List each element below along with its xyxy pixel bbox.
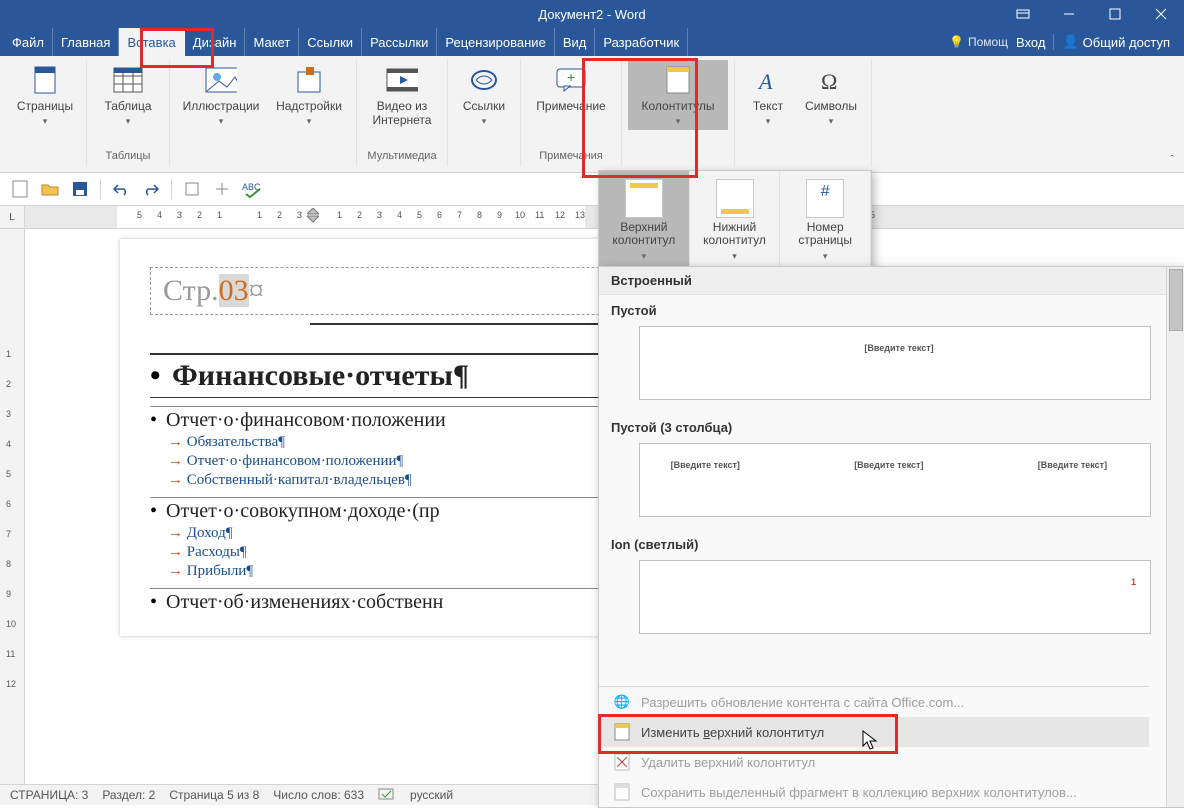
gallery-footer-menu: 🌐 Разрешить обновление контента с сайта … (599, 686, 1149, 807)
comment-icon: + (555, 64, 587, 96)
group-label-tables: Таблицы (106, 150, 151, 166)
tab-review[interactable]: Рецензирование (437, 28, 554, 56)
comment-button[interactable]: + Примечание (527, 60, 615, 118)
tab-references[interactable]: Ссылки (299, 28, 362, 56)
qat-spelling-icon[interactable]: ABC (242, 179, 268, 199)
tell-me-search[interactable]: 💡 Помощ (949, 35, 1008, 49)
signin-link[interactable]: Вход (1016, 35, 1045, 50)
gallery-item-ion-light[interactable]: 1 (639, 560, 1151, 634)
illustrations-button[interactable]: Иллюстрации▾ (176, 60, 266, 130)
tab-file[interactable]: Файл (4, 28, 53, 56)
headerfooter-submenu: Верхний колонтитул▾ Нижний колонтитул▾ #… (598, 170, 872, 270)
table-button[interactable]: Таблица▾ (93, 60, 163, 130)
pages-button[interactable]: Страницы▾ (10, 60, 80, 130)
proofing-icon[interactable] (378, 787, 396, 804)
ribbon-insert: Страницы▾ Таблица▾ Таблицы Иллюстрации▾ … (0, 56, 1184, 173)
qat-icon-2[interactable] (212, 179, 232, 199)
tab-design[interactable]: Дизайн (185, 28, 246, 56)
close-button[interactable] (1138, 0, 1184, 28)
status-language[interactable]: русский (410, 788, 453, 802)
tab-developer[interactable]: Разработчик (595, 28, 688, 56)
minimize-button[interactable] (1046, 0, 1092, 28)
symbol-icon: Ω (815, 64, 847, 96)
addins-icon (293, 64, 325, 96)
tab-home[interactable]: Главная (53, 28, 119, 56)
lightbulb-icon: 💡 (949, 35, 964, 49)
text-button[interactable]: A Текст▾ (741, 60, 795, 130)
vertical-ruler[interactable]: 1 2 3 4 5 6 7 8 9 10 11 12 (0, 229, 25, 792)
links-icon (468, 64, 500, 96)
collapse-ribbon-icon[interactable]: ˆ (1170, 154, 1174, 166)
status-page[interactable]: СТРАНИЦА: 3 (10, 788, 88, 802)
addins-button[interactable]: Надстройки▾ (268, 60, 350, 130)
status-pages[interactable]: Страница 5 из 8 (169, 788, 259, 802)
status-words[interactable]: Число слов: 633 (273, 788, 364, 802)
gallery-item-title: Пустой (599, 295, 1167, 322)
share-icon: 👤 (1062, 34, 1078, 50)
video-icon (386, 64, 418, 96)
headerfooter-icon (662, 64, 694, 96)
undo-icon[interactable] (111, 179, 131, 199)
page-number-dropdown[interactable]: # Номер страницы▾ (780, 171, 871, 269)
scrollbar-thumb[interactable] (1169, 269, 1183, 331)
save-selection-menuitem: Сохранить выделенный фрагмент в коллекци… (599, 777, 1149, 807)
ribbon-tabs: Файл Главная Вставка Дизайн Макет Ссылки… (0, 28, 1184, 56)
symbols-button[interactable]: Ω Символы▾ (797, 60, 865, 130)
text-icon: A (752, 64, 784, 96)
redo-icon[interactable] (141, 179, 161, 199)
share-button[interactable]: 👤 Общий доступ (1053, 34, 1178, 50)
tab-view[interactable]: Вид (555, 28, 596, 56)
gallery-scrollbar[interactable] (1166, 267, 1184, 807)
new-doc-icon[interactable] (10, 179, 30, 199)
tab-layout[interactable]: Макет (245, 28, 299, 56)
svg-text:Ω: Ω (821, 69, 837, 93)
svg-text:A: A (757, 69, 773, 93)
open-icon[interactable] (40, 179, 60, 199)
illustrations-icon (205, 64, 237, 96)
header-icon (625, 179, 663, 218)
gallery-office-update: 🌐 Разрешить обновление контента с сайта … (599, 687, 1149, 717)
header-footer-button[interactable]: Колонтитулы▾ (628, 60, 728, 130)
group-label-media: Мультимедиа (367, 150, 436, 166)
tab-mailings[interactable]: Рассылки (362, 28, 437, 56)
svg-text:+: + (567, 69, 575, 85)
qat-icon-1[interactable] (182, 179, 202, 199)
online-video-button[interactable]: Видео из Интернета (363, 60, 441, 132)
links-button[interactable]: Ссылки▾ (454, 60, 514, 130)
gallery-item-blank3[interactable]: [Введите текст] [Введите текст] [Введите… (639, 443, 1151, 517)
quick-access-toolbar: ABC (0, 173, 1184, 206)
edit-header-menuitem[interactable]: Изменить верхний колонтитул (599, 717, 1149, 747)
gallery-section-builtin: Встроенный (599, 267, 1167, 295)
edit-header-icon (613, 723, 631, 741)
header-gallery-popup: Встроенный Пустой [Введите текст] Пустой… (598, 266, 1184, 808)
table-icon (112, 64, 144, 96)
footer-dropdown[interactable]: Нижний колонтитул▾ (690, 171, 781, 269)
footer-icon (716, 179, 754, 218)
ribbon-display-options-icon[interactable] (1000, 0, 1046, 28)
pagenumber-icon: # (806, 179, 844, 218)
globe-icon: 🌐 (613, 693, 631, 711)
remove-header-menuitem: Удалить верхний колонтитул (599, 747, 1149, 777)
save-selection-icon (613, 783, 631, 801)
header-dropdown[interactable]: Верхний колонтитул▾ (599, 171, 690, 269)
titlebar: Документ2 - Word (0, 0, 1184, 28)
remove-header-icon (613, 753, 631, 771)
group-label-comments: Примечания (539, 150, 603, 166)
pages-icon (29, 64, 61, 96)
horizontal-ruler-row: L 5 4 3 2 1 1 2 3 1 2 3 4 5 6 7 8 9 10 1… (0, 206, 1184, 229)
maximize-button[interactable] (1092, 0, 1138, 28)
gallery-item-blank[interactable]: [Введите текст] (639, 326, 1151, 400)
indent-marker-icon[interactable] (307, 208, 319, 224)
tab-insert[interactable]: Вставка (119, 28, 184, 56)
gallery-item-title: Пустой (3 столбца) (599, 412, 1167, 439)
tab-selector[interactable]: L (0, 206, 25, 228)
gallery-item-title: Ion (светлый) (599, 529, 1167, 556)
status-section[interactable]: Раздел: 2 (102, 788, 155, 802)
save-icon[interactable] (70, 179, 90, 199)
